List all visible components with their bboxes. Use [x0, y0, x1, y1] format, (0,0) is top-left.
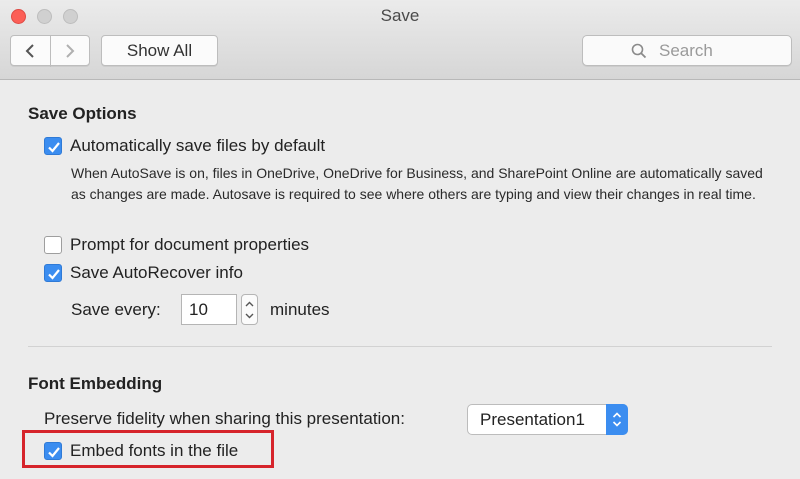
save-preferences-window: Save Show All Search Save Options Automa… [0, 0, 800, 479]
back-button[interactable] [10, 35, 51, 66]
checkmark-icon [48, 142, 60, 153]
updown-arrows-icon[interactable] [606, 404, 628, 435]
autorecover-checkbox[interactable] [44, 264, 62, 282]
chevron-left-icon [25, 44, 34, 58]
chevron-up-icon[interactable] [245, 301, 254, 307]
save-every-label: Save every: [71, 300, 161, 319]
presentation-select-value: Presentation1 [480, 410, 585, 429]
preserve-fidelity-label: Preserve fidelity when sharing this pres… [44, 409, 405, 428]
checkmark-icon [48, 269, 60, 280]
section-divider [28, 346, 772, 347]
autosave-checkbox[interactable] [44, 137, 62, 155]
autosave-label[interactable]: Automatically save files by default [70, 136, 325, 156]
prompt-properties-checkbox[interactable] [44, 236, 62, 254]
chevron-right-icon [66, 44, 75, 58]
minutes-stepper[interactable] [241, 294, 258, 325]
save-every-minutes-input[interactable]: 10 [181, 294, 237, 325]
minutes-unit-label: minutes [270, 300, 330, 319]
presentation-select[interactable]: Presentation1 [467, 404, 628, 435]
autosave-description: When AutoSave is on, files in OneDrive, … [71, 165, 763, 202]
forward-button[interactable] [50, 35, 90, 66]
highlight-box [22, 430, 274, 468]
search-placeholder: Search [659, 41, 713, 60]
magnifier-icon [631, 43, 647, 59]
save-options-heading: Save Options [28, 104, 137, 123]
window-title: Save [380, 6, 420, 25]
font-embedding-heading: Font Embedding [28, 374, 163, 393]
search-field[interactable]: Search [582, 35, 792, 66]
chevron-down-icon[interactable] [245, 313, 254, 319]
title-bar: Save Show All Search [0, 0, 800, 80]
autorecover-label[interactable]: Save AutoRecover info [70, 263, 243, 283]
prompt-properties-label[interactable]: Prompt for document properties [70, 235, 309, 255]
show-all-button[interactable]: Show All [101, 35, 218, 66]
